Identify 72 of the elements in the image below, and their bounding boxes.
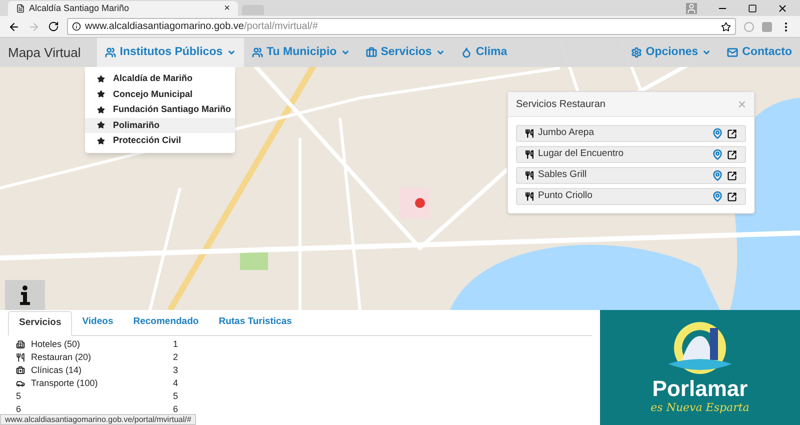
utensils-icon bbox=[16, 353, 25, 362]
service-label[interactable]: 6 bbox=[16, 402, 22, 416]
user-icon[interactable] bbox=[686, 2, 697, 14]
restaurant-item[interactable]: Sables Grill bbox=[516, 167, 746, 184]
building-icon bbox=[16, 340, 25, 349]
service-label[interactable]: 5 bbox=[16, 390, 22, 404]
briefcase-icon bbox=[366, 47, 377, 58]
star-icon bbox=[97, 90, 105, 98]
dropdown-item[interactable]: Fundación Santiago Mariño bbox=[85, 102, 235, 118]
map-pin-icon[interactable] bbox=[712, 191, 723, 202]
external-link-icon[interactable] bbox=[727, 128, 737, 138]
users-icon bbox=[104, 47, 116, 58]
logo-subtitle: es Nueva Esparta bbox=[650, 400, 750, 416]
restaurant-item[interactable]: Lugar del Encuentro bbox=[516, 146, 746, 163]
utensils-icon bbox=[525, 150, 534, 159]
table-cell-text: 3 bbox=[173, 364, 178, 377]
modal-title: Servicios Restauran bbox=[516, 98, 606, 112]
back-icon[interactable] bbox=[8, 20, 20, 32]
tab[interactable]: Rutas Turisticas bbox=[208, 310, 302, 335]
info-button[interactable] bbox=[5, 280, 45, 310]
star-icon bbox=[97, 74, 105, 83]
service-label[interactable]: Transporte (100) bbox=[31, 376, 98, 390]
table-cell-text: 2 bbox=[173, 350, 178, 364]
restaurant-item[interactable]: Jumbo Arepa bbox=[516, 125, 746, 142]
envelope-icon bbox=[727, 47, 738, 58]
browser-tab[interactable]: Alcaldía Santiago Mariño × bbox=[8, 1, 238, 16]
tab[interactable]: Videos bbox=[72, 310, 124, 335]
status-bar: www.alcaldiasantiagomarino.gob.ve/portal/mvirtual/# bbox=[0, 414, 196, 425]
users-icon bbox=[252, 47, 263, 58]
car-icon bbox=[16, 379, 25, 388]
dropdown-item[interactable]: Polimariño bbox=[85, 118, 235, 133]
nav-menu-item[interactable]: Institutos Públicos bbox=[96, 38, 244, 67]
table-cell-text: 4 bbox=[173, 376, 178, 390]
gear-icon bbox=[630, 47, 642, 58]
star-icon bbox=[97, 136, 105, 145]
logo-title: Porlamar bbox=[652, 378, 748, 400]
reload-icon[interactable] bbox=[48, 21, 59, 32]
tab-close-button[interactable]: × bbox=[224, 1, 230, 16]
utensils-icon bbox=[525, 192, 534, 201]
star-icon bbox=[97, 121, 105, 130]
service-label[interactable]: Hoteles (50) bbox=[31, 338, 80, 352]
url-text: www.alcaldiasantiagomarino.gob.ve/portal/mvirtual/# bbox=[85, 20, 318, 34]
info-icon bbox=[19, 285, 31, 305]
external-link-icon[interactable] bbox=[727, 150, 737, 160]
table-cell-text: 6 bbox=[173, 402, 178, 416]
dropdown-item[interactable]: Alcaldía de Mariño bbox=[85, 71, 235, 86]
external-link-icon[interactable] bbox=[727, 170, 737, 180]
service-label[interactable]: Clínicas (14) bbox=[31, 364, 82, 378]
restaurant-item[interactable]: Punto Criollo bbox=[516, 188, 746, 205]
tab[interactable]: Servicios bbox=[8, 311, 72, 336]
close-icon[interactable] bbox=[777, 2, 788, 14]
medical-kit-icon bbox=[16, 366, 25, 375]
utensils-icon bbox=[525, 171, 534, 180]
external-link-icon[interactable] bbox=[727, 192, 737, 202]
table-cell-text: 1 bbox=[173, 338, 178, 351]
map-pin-icon[interactable] bbox=[712, 170, 723, 181]
droplet-icon bbox=[460, 47, 472, 58]
brand-title: Mapa Virtual bbox=[7, 44, 82, 62]
address-field[interactable]: www.alcaldiasantiagomarino.gob.ve/portal/mvirtual/# bbox=[67, 18, 736, 35]
info-icon bbox=[72, 22, 81, 31]
star-icon bbox=[97, 106, 105, 114]
tab[interactable]: Recomendado bbox=[123, 310, 209, 335]
page-icon bbox=[16, 4, 25, 13]
table-cell-text: 5 bbox=[173, 390, 178, 403]
utensils-icon bbox=[525, 129, 534, 138]
map-pin-icon[interactable] bbox=[712, 149, 723, 160]
dropdown-item[interactable]: Protección Civil bbox=[85, 133, 235, 148]
bookmark-star-icon[interactable] bbox=[721, 22, 731, 32]
maximize-icon[interactable] bbox=[748, 4, 757, 12]
dropdown-item[interactable]: Concejo Municipal bbox=[85, 86, 235, 102]
service-label[interactable]: Restauran (20) bbox=[31, 350, 92, 364]
map-pin-icon[interactable] bbox=[712, 128, 723, 139]
